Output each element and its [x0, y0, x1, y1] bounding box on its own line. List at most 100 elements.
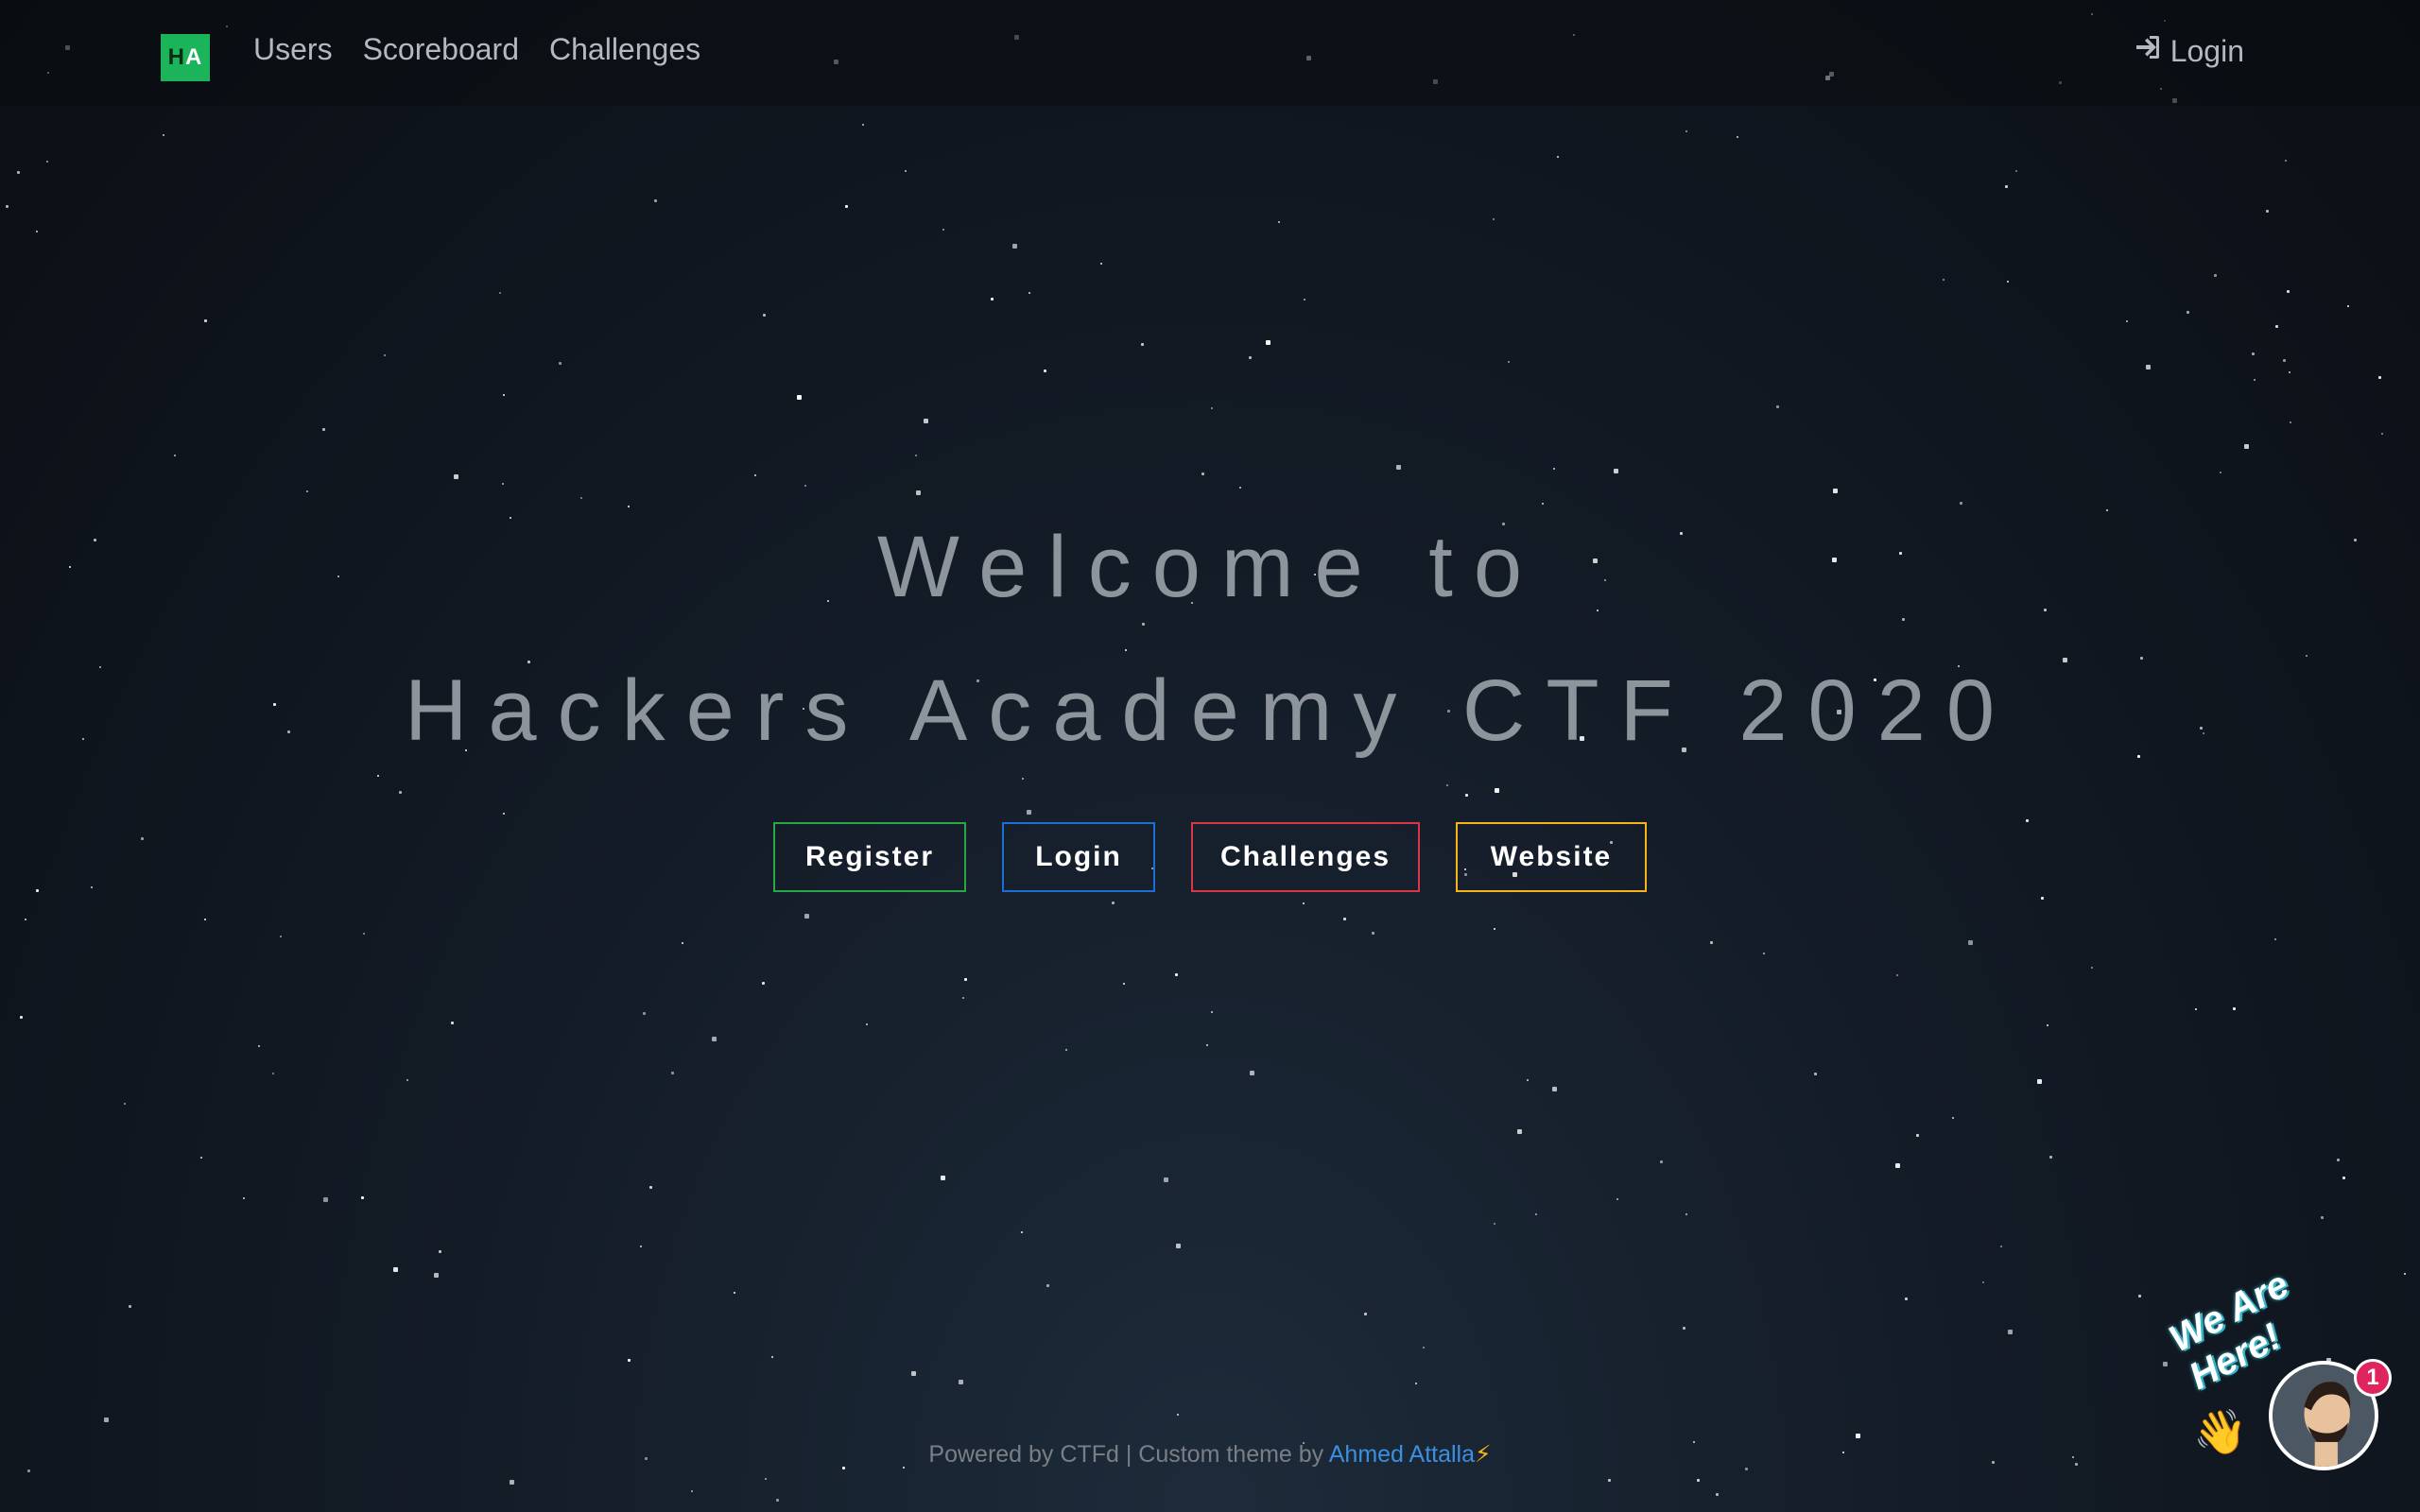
star: [503, 394, 505, 396]
star: [559, 362, 562, 365]
star: [510, 1480, 514, 1485]
star: [1517, 1129, 1522, 1134]
star: [499, 292, 501, 294]
star: [1968, 940, 1973, 945]
star: [916, 490, 921, 495]
star: [503, 813, 505, 815]
star: [2274, 938, 2276, 940]
star: [776, 1499, 779, 1502]
star: [2041, 897, 2044, 900]
star: [1535, 1213, 1537, 1215]
challenges-button[interactable]: Challenges: [1191, 822, 1420, 892]
star: [1508, 361, 1510, 363]
star: [174, 455, 176, 456]
login-button[interactable]: Login: [1002, 822, 1155, 892]
star: [628, 1359, 631, 1362]
star: [243, 1197, 245, 1199]
star: [1125, 649, 1127, 651]
star: [393, 1267, 398, 1272]
star: [272, 1073, 274, 1074]
star: [1616, 1198, 1618, 1200]
star: [941, 1176, 945, 1180]
star: [1303, 902, 1305, 904]
star: [654, 199, 657, 202]
star: [1415, 1383, 1417, 1384]
star: [1177, 1414, 1179, 1416]
star: [2254, 379, 2256, 381]
star: [322, 428, 325, 431]
star: [1304, 299, 1305, 301]
star: [2244, 444, 2249, 449]
star: [1905, 1297, 1908, 1300]
star: [1763, 953, 1765, 954]
star: [797, 395, 802, 400]
star: [2347, 305, 2349, 307]
star: [1553, 468, 1555, 470]
star: [1902, 618, 1905, 621]
star: [1021, 1231, 1023, 1233]
footer: Powered by CTFd | Custom theme by Ahmed …: [0, 1440, 2420, 1469]
star: [712, 1037, 717, 1041]
star: [1960, 502, 1962, 505]
star: [1176, 1244, 1181, 1248]
star: [2000, 1246, 2002, 1247]
star: [1266, 340, 1270, 345]
star: [1211, 1011, 1213, 1013]
chat-widget[interactable]: We Are Here! 👋 1: [2163, 1263, 2401, 1484]
star: [104, 1418, 109, 1422]
star: [1982, 1281, 1984, 1283]
star: [2283, 359, 2286, 362]
star: [1250, 1071, 1254, 1075]
star: [2220, 472, 2221, 473]
star: [1952, 1117, 1954, 1119]
star: [1895, 1163, 1900, 1168]
star: [2138, 1295, 2141, 1297]
star: [2306, 655, 2308, 657]
star: [1557, 156, 1559, 158]
star: [2233, 1007, 2236, 1010]
nav-link-scoreboard[interactable]: Scoreboard: [363, 32, 519, 67]
star: [1614, 469, 1618, 473]
star: [1100, 263, 1102, 265]
star: [905, 170, 907, 172]
star: [734, 1292, 735, 1294]
brand-logo[interactable]: HA: [161, 34, 210, 81]
star: [27, 1469, 30, 1472]
star: [17, 171, 20, 174]
waving-hand-icon: 👋: [2193, 1407, 2248, 1456]
star: [640, 1246, 642, 1247]
brand-letter-h: H: [167, 44, 185, 70]
star: [2106, 509, 2108, 511]
star: [1608, 1479, 1611, 1482]
star: [1494, 1223, 1495, 1225]
star: [845, 205, 848, 208]
star: [649, 1186, 652, 1189]
star: [1423, 1347, 1425, 1349]
star: [439, 1250, 441, 1253]
website-button[interactable]: Website: [1456, 822, 1647, 892]
star: [280, 936, 282, 937]
star: [384, 354, 386, 356]
star: [454, 474, 458, 479]
star: [2275, 325, 2278, 328]
register-button[interactable]: Register: [773, 822, 966, 892]
star: [2140, 657, 2143, 660]
star: [2266, 210, 2269, 213]
star: [962, 997, 964, 999]
star: [691, 1490, 693, 1492]
star: [2047, 1024, 2048, 1026]
star: [1710, 941, 1713, 944]
star: [2378, 376, 2381, 379]
star: [377, 775, 379, 777]
footer-author-link[interactable]: Ahmed Attalla: [1329, 1441, 1475, 1468]
star: [399, 791, 402, 794]
star: [200, 1157, 202, 1159]
star: [915, 455, 917, 456]
nav-link-challenges[interactable]: Challenges: [549, 32, 700, 67]
nav-link-users[interactable]: Users: [253, 32, 333, 67]
star: [1856, 1434, 1860, 1438]
star: [1943, 279, 1945, 281]
star: [1175, 973, 1178, 976]
star: [1278, 221, 1280, 223]
nav-login-link[interactable]: Login: [2133, 32, 2244, 70]
